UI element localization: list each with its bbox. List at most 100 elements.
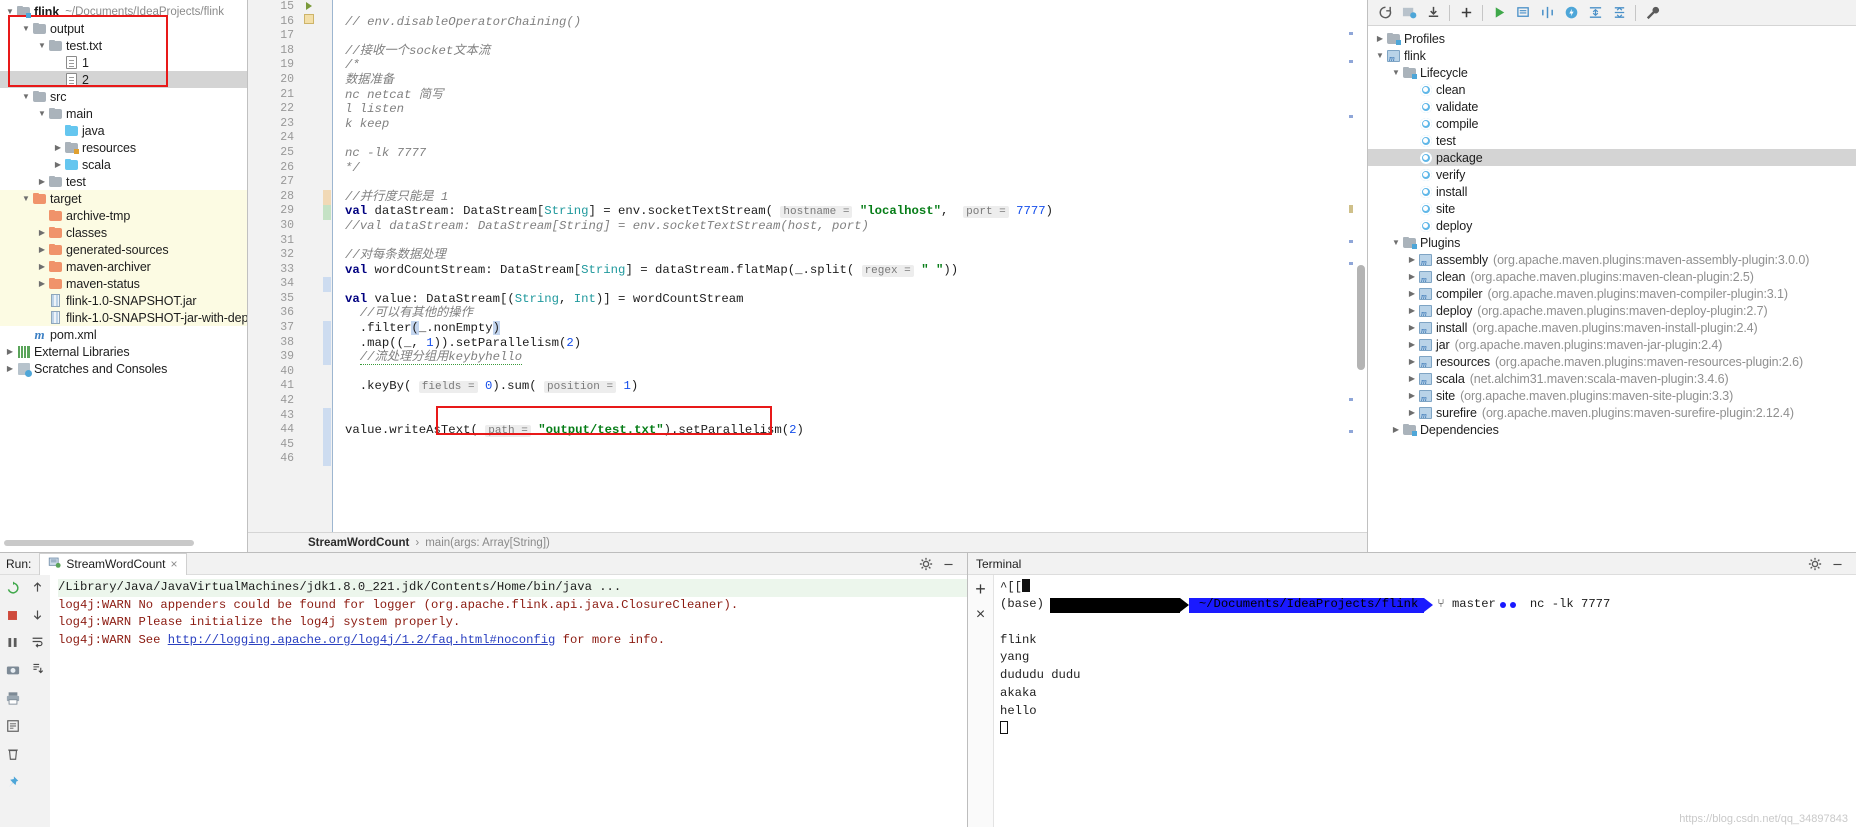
code-line[interactable]: //val dataStream: DataStream[String] = e… (345, 219, 1367, 234)
code-line[interactable]: val value: DataStream[(String, Int)] = w… (345, 292, 1367, 307)
expand-all-icon[interactable] (1584, 2, 1606, 24)
chevron-right-icon[interactable]: ▶ (1406, 255, 1418, 264)
run-tool-window[interactable]: Run: StreamWordCount × /Library/Java/Jav… (0, 552, 968, 827)
code-line[interactable]: 数据准备 (345, 73, 1367, 88)
chevron-down-icon[interactable]: ▼ (1374, 51, 1386, 60)
refresh-icon[interactable] (1374, 2, 1396, 24)
execute-goal-icon[interactable] (1512, 2, 1534, 24)
chevron-down-icon[interactable]: ▼ (1390, 68, 1402, 77)
clear-all-icon[interactable] (6, 747, 20, 764)
code-line[interactable]: */ (345, 161, 1367, 176)
rerun-icon[interactable] (6, 581, 20, 598)
maven-node-package[interactable]: ▶package (1368, 149, 1856, 166)
code-line[interactable]: //对每条数据处理 (345, 248, 1367, 263)
maven-node-install[interactable]: ▶install (1368, 183, 1856, 200)
project-tree[interactable]: ▼ flink ~/Documents/IdeaProjects/flink ▼ out… (0, 0, 247, 377)
run-gutter-icon[interactable] (306, 2, 312, 10)
code-line[interactable]: nc -lk 7777 (345, 146, 1367, 161)
settings-wrench-icon[interactable] (1641, 2, 1663, 24)
fold-column[interactable] (300, 0, 322, 532)
chevron-right-icon[interactable]: ▶ (1406, 391, 1418, 400)
code-line[interactable]: value.writeAsText( path = "output/test.t… (345, 423, 1367, 438)
wrap-icon[interactable] (6, 719, 20, 736)
chevron-right-icon[interactable]: ▶ (52, 143, 64, 152)
maven-node-dependencies[interactable]: ▶ Dependencies (1368, 421, 1856, 438)
maven-node-assembly[interactable]: ▶ assembly (org.apache.maven.plugins:maven… (1368, 251, 1856, 268)
code-line[interactable]: val dataStream: DataStream[String] = env… (345, 204, 1367, 219)
code-line[interactable]: val wordCountStream: DataStream[String] … (345, 263, 1367, 278)
code-line[interactable]: k keep (345, 117, 1367, 132)
chevron-right-icon[interactable]: ▶ (4, 364, 16, 373)
maven-tree[interactable]: ▶Profiles▼flink▼Lifecycle▶clean▶validate… (1368, 26, 1856, 552)
toggle-offline-icon[interactable] (1560, 2, 1582, 24)
chevron-right-icon[interactable]: ▶ (1406, 323, 1418, 332)
camera-icon[interactable] (6, 663, 20, 680)
chevron-right-icon[interactable]: ▶ (36, 228, 48, 237)
maven-node-validate[interactable]: ▶validate (1368, 98, 1856, 115)
chevron-right-icon[interactable]: ▶ (36, 262, 48, 271)
code-line[interactable] (345, 29, 1367, 44)
tree-node-scratches-and-consoles[interactable]: ▶ Scratches and Consoles (0, 360, 247, 377)
tree-node-2[interactable]: ▶2 (0, 71, 247, 88)
maven-node-compiler[interactable]: ▶ compiler (org.apache.maven.plugins:maven… (1368, 285, 1856, 302)
up-icon[interactable] (31, 581, 44, 597)
breadcrumb-class[interactable]: StreamWordCount (308, 537, 409, 549)
code-line[interactable]: nc netcat 简写 (345, 88, 1367, 103)
code-line[interactable]: //接收一个socket文本流 (345, 44, 1367, 59)
breadcrumb[interactable]: StreamWordCount › main(args: Array[Strin… (248, 532, 1367, 552)
run-side-col-1[interactable] (0, 575, 25, 827)
chevron-right-icon[interactable]: ▶ (1406, 340, 1418, 349)
code-line[interactable] (345, 365, 1367, 380)
maven-node-verify[interactable]: ▶verify (1368, 166, 1856, 183)
chevron-down-icon[interactable]: ▼ (20, 194, 32, 203)
gear-icon[interactable] (919, 557, 933, 574)
maven-node-profiles[interactable]: ▶ Profiles (1368, 30, 1856, 47)
tree-node-maven-status[interactable]: ▶ maven-status (0, 275, 247, 292)
run-tab[interactable]: StreamWordCount × (39, 552, 187, 575)
code-line[interactable]: l listen (345, 102, 1367, 117)
tree-node-archive-tmp[interactable]: ▶archive-tmp (0, 207, 247, 224)
tree-node-external-libraries[interactable]: ▶ External Libraries (0, 343, 247, 360)
stop-icon[interactable] (6, 609, 19, 625)
chevron-down-icon[interactable]: ▼ (36, 109, 48, 118)
download-sources-icon[interactable] (1422, 2, 1444, 24)
code-line[interactable] (345, 0, 1367, 15)
maven-node-clean[interactable]: ▶ clean (org.apache.maven.plugins:maven-cl… (1368, 268, 1856, 285)
chevron-right-icon[interactable]: ▶ (1406, 374, 1418, 383)
terminal-tool-window[interactable]: Terminal + × ^[[(base) ~/Documents/IdeaPr… (968, 553, 1856, 827)
chevron-down-icon[interactable]: ▼ (20, 24, 32, 33)
minimize-icon[interactable] (942, 558, 955, 574)
chevron-right-icon[interactable]: ▶ (1374, 34, 1386, 43)
tree-node-flink-1-0-snapshot-jar-with-dep[interactable]: ▶flink-1.0-SNAPSHOT-jar-with-dep (0, 309, 247, 326)
editor-scrollbar-thumb[interactable] (1357, 265, 1365, 370)
code-line[interactable]: //并行度只能是 1 (345, 190, 1367, 205)
chevron-right-icon[interactable]: ▶ (36, 177, 48, 186)
tree-node-pom-xml[interactable]: ▶mpom.xml (0, 326, 247, 343)
code-line[interactable] (345, 452, 1367, 467)
project-horizontal-scrollbar[interactable] (4, 540, 194, 546)
pin-icon[interactable] (6, 775, 20, 792)
maven-node-test[interactable]: ▶test (1368, 132, 1856, 149)
run-side-col-2[interactable] (25, 575, 50, 827)
terminal-output[interactable]: ^[[(base) ~/Documents/IdeaProjects/flink ⑂… (994, 575, 1856, 827)
code-line[interactable] (345, 175, 1367, 190)
tree-node-maven-archiver[interactable]: ▶ maven-archiver (0, 258, 247, 275)
chevron-down-icon[interactable]: ▼ (36, 41, 48, 50)
chevron-right-icon[interactable]: ▶ (1406, 272, 1418, 281)
code-line[interactable]: // env.disableOperatorChaining() (345, 15, 1367, 30)
code-line[interactable] (345, 234, 1367, 249)
tree-node-1[interactable]: ▶1 (0, 54, 247, 71)
run-maven-build-icon[interactable] (1488, 2, 1510, 24)
maven-node-install[interactable]: ▶ install (org.apache.maven.plugins:maven-… (1368, 319, 1856, 336)
breakpoint-marker-icon[interactable] (304, 14, 314, 24)
maven-tool-window[interactable]: ▶Profiles▼flink▼Lifecycle▶clean▶validate… (1368, 0, 1856, 552)
tree-node-main[interactable]: ▼ main (0, 105, 247, 122)
code-line[interactable] (345, 131, 1367, 146)
tree-node-test[interactable]: ▶ test (0, 173, 247, 190)
tree-node-resources[interactable]: ▶ resources (0, 139, 247, 156)
console-link[interactable]: http://logging.apache.org/log4j/1.2/faq.… (168, 633, 556, 647)
maven-node-clean[interactable]: ▶clean (1368, 81, 1856, 98)
code-line[interactable]: //流处理分组用keybyhello (345, 350, 1367, 366)
toggle-skip-tests-icon[interactable] (1536, 2, 1558, 24)
chevron-right-icon[interactable]: ▶ (36, 279, 48, 288)
